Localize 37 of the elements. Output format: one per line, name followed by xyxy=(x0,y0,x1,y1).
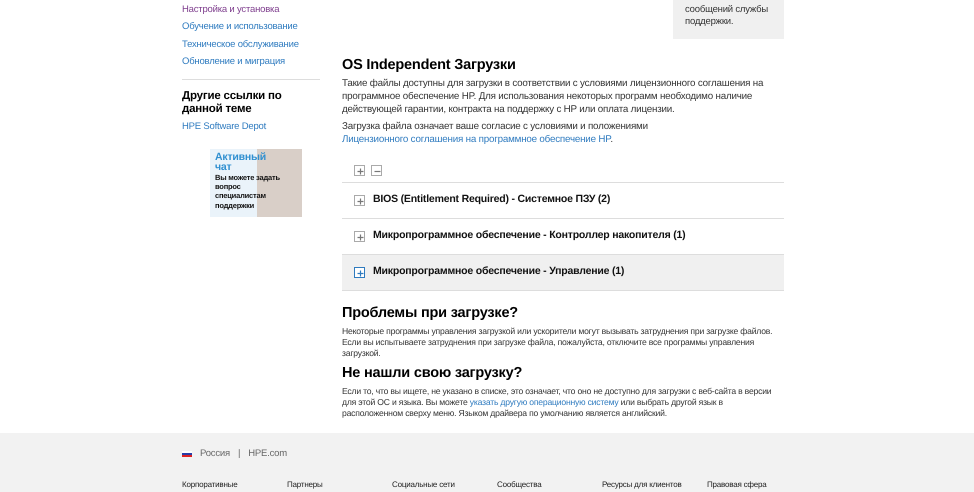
change-os-link[interactable]: указать другую операционную систему xyxy=(470,397,618,408)
page-title: OS Independent Загрузки xyxy=(342,56,517,74)
country-link[interactable]: Россия xyxy=(200,446,230,461)
sidebar-link[interactable]: HPE Software Depot xyxy=(182,120,266,135)
expand-all-icon[interactable] xyxy=(354,164,365,176)
footer-column-heading: Правовая сфера xyxy=(707,478,768,491)
expand-icon[interactable] xyxy=(354,194,365,206)
footer-column-heading: Ресурсы для клиентов xyxy=(602,478,683,491)
accordion-row[interactable]: BIOS (Entitlement Required) - Системное ПЗУ (2) xyxy=(342,182,784,218)
section-heading: Другие ссылки по данной теме xyxy=(182,90,283,116)
section-heading: Проблемы при загрузке? xyxy=(342,304,519,322)
agreement-paragraph: Загрузка файла означает ваше согласие с условиями и положениями Лицензионного соглашения на программное обеспечение HP. xyxy=(342,121,649,147)
info-box-text: сообщений службы поддержки. xyxy=(673,0,784,39)
accordion-label: Микропрограммное обеспечение - Контроллер накопителя (1) xyxy=(373,228,686,244)
sidebar-link[interactable]: Настройка и установка xyxy=(182,3,280,18)
sidebar-link[interactable]: Обучение и использование xyxy=(182,20,298,34)
footer-column-heading: Социальные сети xyxy=(392,478,456,491)
separator: | xyxy=(238,446,240,461)
banner-title: Активный чат xyxy=(215,152,268,173)
expand-icon[interactable] xyxy=(354,230,365,242)
footer-column-heading: Корпоративные xyxy=(182,478,238,491)
accordion-label: BIOS (Entitlement Required) - Системное ПЗУ (2) xyxy=(373,192,610,208)
accordion-row[interactable]: Микропрограммное обеспечение - Управление (1) xyxy=(342,254,784,290)
problems-paragraph: Некоторые программы управления загрузкой или ускорители могут вызывать затруднения при загрузке файлов. Если вы испытываете затруднения при загрузке файла, пожалуйста, отключите все программы управления загрузкой. xyxy=(342,326,774,360)
accordion-label: Микропрограммное обеспечение - Управление (1) xyxy=(373,264,624,280)
expand-icon[interactable] xyxy=(354,266,365,278)
section-heading: Не нашли свою загрузку? xyxy=(342,364,524,382)
sidebar-link[interactable]: Техническое обслуживание xyxy=(182,38,299,52)
intro-paragraph: Такие файлы доступны для загрузки в соответствии с условиями лицензионного соглашения на программное обеспечение HP. Для использования некоторых программ необходимо наличие действующей гарантии, контракта на поддержку с HP или оплата лицензии. xyxy=(342,78,764,116)
collapse-all-icon[interactable] xyxy=(371,164,382,176)
sidebar-link[interactable]: Обновление и миграция xyxy=(182,54,285,69)
not-found-paragraph: Если то, что вы ищете, не указано в списке, это означает, что оно не доступно для загрузки с веб-сайта в версии для этой ОС и языка. Вы можете указать другую операционную систему или выбрать другой язык в расположенном сверху меню. Языком драйвера по умолчанию является английский. xyxy=(342,386,772,420)
site-link[interactable]: HPE.com xyxy=(248,446,287,461)
license-link[interactable]: Лицензионного соглашения на программное обеспечение HP xyxy=(342,134,610,146)
footer-column-heading: Сообщества xyxy=(497,478,543,491)
flag-icon xyxy=(182,450,192,457)
footer-column-heading: Партнеры xyxy=(287,478,324,491)
